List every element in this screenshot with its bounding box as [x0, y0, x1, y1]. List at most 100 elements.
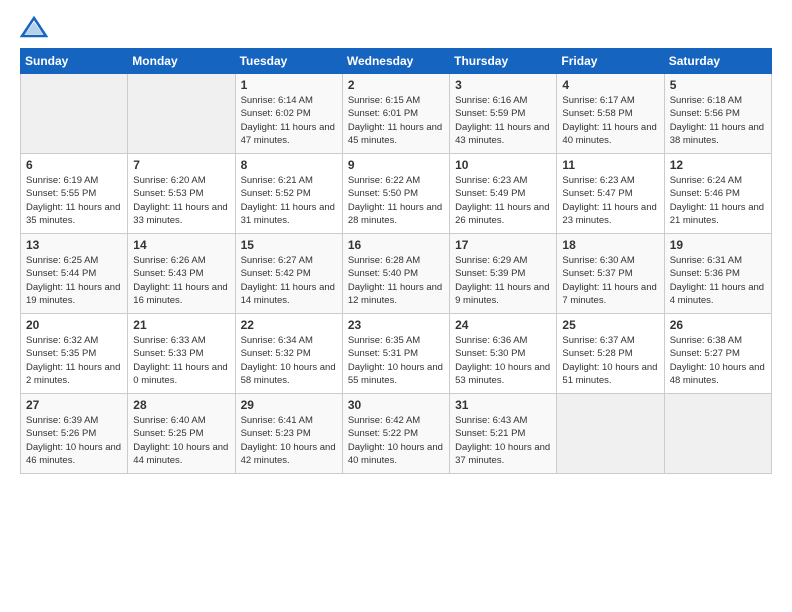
calendar-week-row: 20Sunrise: 6:32 AMSunset: 5:35 PMDayligh… [21, 314, 772, 394]
calendar-header-row: SundayMondayTuesdayWednesdayThursdayFrid… [21, 49, 772, 74]
day-info: Sunrise: 6:31 AMSunset: 5:36 PMDaylight:… [670, 254, 766, 307]
day-info: Sunrise: 6:21 AMSunset: 5:52 PMDaylight:… [241, 174, 337, 227]
calendar-day-cell [664, 394, 771, 474]
calendar-day-cell: 5 Sunrise: 6:18 AMSunset: 5:56 PMDaylight… [664, 74, 771, 154]
day-header-friday: Friday [557, 49, 664, 74]
day-number: 21 [133, 318, 229, 332]
day-info: Sunrise: 6:18 AMSunset: 5:56 PMDaylight:… [670, 94, 766, 147]
calendar-day-cell: 16 Sunrise: 6:28 AMSunset: 5:40 PMDayligh… [342, 234, 449, 314]
calendar-day-cell [21, 74, 128, 154]
day-number: 10 [455, 158, 551, 172]
day-info: Sunrise: 6:15 AMSunset: 6:01 PMDaylight:… [348, 94, 444, 147]
day-number: 26 [670, 318, 766, 332]
day-number: 8 [241, 158, 337, 172]
calendar-day-cell [128, 74, 235, 154]
calendar-day-cell: 23 Sunrise: 6:35 AMSunset: 5:31 PMDayligh… [342, 314, 449, 394]
day-info: Sunrise: 6:19 AMSunset: 5:55 PMDaylight:… [26, 174, 122, 227]
calendar-day-cell: 21 Sunrise: 6:33 AMSunset: 5:33 PMDayligh… [128, 314, 235, 394]
day-info: Sunrise: 6:28 AMSunset: 5:40 PMDaylight:… [348, 254, 444, 307]
day-info: Sunrise: 6:14 AMSunset: 6:02 PMDaylight:… [241, 94, 337, 147]
day-number: 1 [241, 78, 337, 92]
day-info: Sunrise: 6:26 AMSunset: 5:43 PMDaylight:… [133, 254, 229, 307]
calendar-day-cell: 25 Sunrise: 6:37 AMSunset: 5:28 PMDayligh… [557, 314, 664, 394]
day-number: 15 [241, 238, 337, 252]
day-header-saturday: Saturday [664, 49, 771, 74]
calendar-week-row: 13 Sunrise: 6:25 AMSunset: 5:44 PMDayligh… [21, 234, 772, 314]
calendar-day-cell: 15 Sunrise: 6:27 AMSunset: 5:42 PMDayligh… [235, 234, 342, 314]
logo-icon [20, 16, 48, 38]
calendar-day-cell: 9Sunrise: 6:22 AMSunset: 5:50 PMDaylight… [342, 154, 449, 234]
header [20, 16, 772, 38]
day-number: 25 [562, 318, 658, 332]
day-info: Sunrise: 6:23 AMSunset: 5:49 PMDaylight:… [455, 174, 551, 227]
day-number: 30 [348, 398, 444, 412]
calendar-day-cell: 27Sunrise: 6:39 AMSunset: 5:26 PMDayligh… [21, 394, 128, 474]
day-info: Sunrise: 6:33 AMSunset: 5:33 PMDaylight:… [133, 334, 229, 387]
calendar-day-cell: 29 Sunrise: 6:41 AMSunset: 5:23 PMDayligh… [235, 394, 342, 474]
day-info: Sunrise: 6:37 AMSunset: 5:28 PMDaylight:… [562, 334, 658, 387]
calendar-day-cell: 20Sunrise: 6:32 AMSunset: 5:35 PMDayligh… [21, 314, 128, 394]
day-number: 4 [562, 78, 658, 92]
day-number: 5 [670, 78, 766, 92]
day-number: 22 [241, 318, 337, 332]
day-header-thursday: Thursday [450, 49, 557, 74]
day-header-wednesday: Wednesday [342, 49, 449, 74]
day-number: 6 [26, 158, 122, 172]
day-number: 7 [133, 158, 229, 172]
day-number: 19 [670, 238, 766, 252]
day-info: Sunrise: 6:20 AMSunset: 5:53 PMDaylight:… [133, 174, 229, 227]
day-number: 18 [562, 238, 658, 252]
day-info: Sunrise: 6:25 AMSunset: 5:44 PMDaylight:… [26, 254, 122, 307]
day-number: 2 [348, 78, 444, 92]
day-info: Sunrise: 6:40 AMSunset: 5:25 PMDaylight:… [133, 414, 229, 467]
calendar-day-cell: 3 Sunrise: 6:16 AMSunset: 5:59 PMDaylight… [450, 74, 557, 154]
calendar-day-cell: 22 Sunrise: 6:34 AMSunset: 5:32 PMDayligh… [235, 314, 342, 394]
calendar-day-cell: 17Sunrise: 6:29 AMSunset: 5:39 PMDayligh… [450, 234, 557, 314]
day-info: Sunrise: 6:24 AMSunset: 5:46 PMDaylight:… [670, 174, 766, 227]
day-info: Sunrise: 6:16 AMSunset: 5:59 PMDaylight:… [455, 94, 551, 147]
day-number: 13 [26, 238, 122, 252]
day-info: Sunrise: 6:27 AMSunset: 5:42 PMDaylight:… [241, 254, 337, 307]
day-number: 17 [455, 238, 551, 252]
day-number: 29 [241, 398, 337, 412]
calendar-week-row: 6 Sunrise: 6:19 AMSunset: 5:55 PMDaylight… [21, 154, 772, 234]
day-info: Sunrise: 6:38 AMSunset: 5:27 PMDaylight:… [670, 334, 766, 387]
day-info: Sunrise: 6:36 AMSunset: 5:30 PMDaylight:… [455, 334, 551, 387]
calendar-day-cell: 10 Sunrise: 6:23 AMSunset: 5:49 PMDayligh… [450, 154, 557, 234]
page: SundayMondayTuesdayWednesdayThursdayFrid… [0, 0, 792, 612]
calendar-day-cell: 1 Sunrise: 6:14 AMSunset: 6:02 PMDaylight… [235, 74, 342, 154]
day-info: Sunrise: 6:35 AMSunset: 5:31 PMDaylight:… [348, 334, 444, 387]
day-info: Sunrise: 6:17 AMSunset: 5:58 PMDaylight:… [562, 94, 658, 147]
day-info: Sunrise: 6:34 AMSunset: 5:32 PMDaylight:… [241, 334, 337, 387]
day-header-tuesday: Tuesday [235, 49, 342, 74]
day-number: 12 [670, 158, 766, 172]
calendar-day-cell: 26 Sunrise: 6:38 AMSunset: 5:27 PMDayligh… [664, 314, 771, 394]
calendar-day-cell [557, 394, 664, 474]
day-number: 27 [26, 398, 122, 412]
calendar-day-cell: 2 Sunrise: 6:15 AMSunset: 6:01 PMDaylight… [342, 74, 449, 154]
calendar-table: SundayMondayTuesdayWednesdayThursdayFrid… [20, 48, 772, 474]
day-number: 23 [348, 318, 444, 332]
day-info: Sunrise: 6:30 AMSunset: 5:37 PMDaylight:… [562, 254, 658, 307]
calendar-week-row: 27Sunrise: 6:39 AMSunset: 5:26 PMDayligh… [21, 394, 772, 474]
day-number: 24 [455, 318, 551, 332]
calendar-day-cell: 30Sunrise: 6:42 AMSunset: 5:22 PMDayligh… [342, 394, 449, 474]
logo [20, 16, 52, 38]
day-number: 14 [133, 238, 229, 252]
calendar-day-cell: 18 Sunrise: 6:30 AMSunset: 5:37 PMDayligh… [557, 234, 664, 314]
day-info: Sunrise: 6:22 AMSunset: 5:50 PMDaylight:… [348, 174, 444, 227]
calendar-day-cell: 4 Sunrise: 6:17 AMSunset: 5:58 PMDaylight… [557, 74, 664, 154]
calendar-day-cell: 24 Sunrise: 6:36 AMSunset: 5:30 PMDayligh… [450, 314, 557, 394]
day-number: 31 [455, 398, 551, 412]
day-header-monday: Monday [128, 49, 235, 74]
day-number: 16 [348, 238, 444, 252]
calendar-day-cell: 13 Sunrise: 6:25 AMSunset: 5:44 PMDayligh… [21, 234, 128, 314]
calendar-day-cell: 12 Sunrise: 6:24 AMSunset: 5:46 PMDayligh… [664, 154, 771, 234]
day-number: 3 [455, 78, 551, 92]
day-info: Sunrise: 6:23 AMSunset: 5:47 PMDaylight:… [562, 174, 658, 227]
day-number: 20 [26, 318, 122, 332]
calendar-day-cell: 14 Sunrise: 6:26 AMSunset: 5:43 PMDayligh… [128, 234, 235, 314]
calendar-week-row: 1 Sunrise: 6:14 AMSunset: 6:02 PMDaylight… [21, 74, 772, 154]
day-info: Sunrise: 6:41 AMSunset: 5:23 PMDaylight:… [241, 414, 337, 467]
day-header-sunday: Sunday [21, 49, 128, 74]
